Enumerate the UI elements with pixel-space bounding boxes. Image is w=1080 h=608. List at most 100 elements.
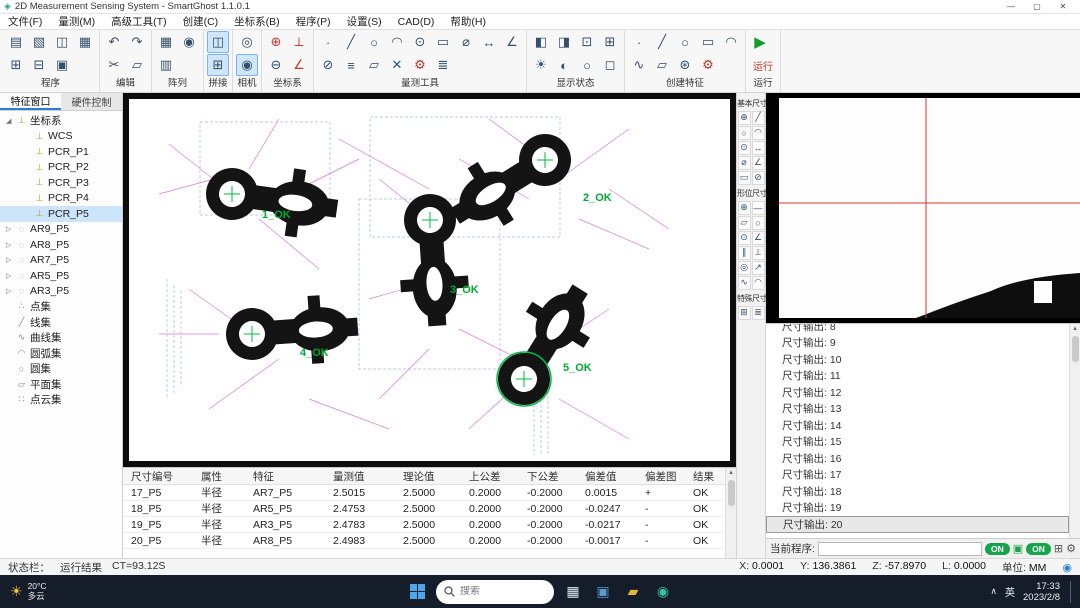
line-profile-icon[interactable]: ∿ [738,276,751,290]
tree-item[interactable]: ⊥ PCR_P2 [0,160,122,176]
create-csys-icon[interactable]: ⊕ [265,31,287,53]
camera-icon[interactable]: ◎ [236,31,258,53]
dim-output-item[interactable]: 尺寸输出: 10 [766,351,1069,368]
dim-list-scrollbar[interactable]: ▲ [1069,324,1080,538]
taskbar-search[interactable] [436,580,554,604]
scroll-thumb[interactable] [728,480,735,506]
menu-item[interactable]: 高级工具(T) [103,14,174,29]
roundness-icon[interactable]: ○ [752,216,765,230]
run-text-icon[interactable]: 运行 [749,54,777,76]
table-column-header[interactable]: 特征 [245,468,325,484]
dim-output-item[interactable]: 尺寸输出: 19 [766,500,1069,517]
new-program-icon[interactable]: ▤ [5,31,27,53]
table-column-header[interactable]: 理论值 [395,468,461,484]
tree-item[interactable]: ∷ 点云集 [0,392,122,408]
dim-output-item[interactable]: 尺寸输出: 13 [766,401,1069,418]
table-scrollbar[interactable]: ▲ [725,468,736,558]
tree-item[interactable]: ⊥ PCR_P1 [0,144,122,160]
perpendicularity-icon[interactable]: ⟂ [752,246,765,260]
show-axes-icon[interactable]: ⊞ [599,31,621,53]
cad-viewport[interactable]: 1_OK 2_OK 3_OK 4_OK 5_OK [129,99,730,461]
measure-blob-icon[interactable]: ▱ [363,54,385,76]
measure-arc-icon[interactable]: ◠ [386,31,408,53]
create-circle-icon[interactable]: ○ [674,31,696,53]
undo-icon[interactable]: ↶ [103,31,125,53]
tree-item[interactable]: ▷ ◌ AR8_P5 [0,237,122,253]
dim-output-item[interactable]: 尺寸输出: 8 [766,323,1069,335]
measure-ellipse-icon[interactable]: ⊙ [409,31,431,53]
maximize-button[interactable]: ▢ [1024,0,1050,13]
measure-point-icon[interactable]: ∙ [317,31,339,53]
concentricity-icon[interactable]: ◎ [738,261,751,275]
measure-circle-icon[interactable]: ○ [363,31,385,53]
straightness-icon[interactable]: — [752,201,765,215]
edit-array-icon[interactable]: ▥ [155,54,177,76]
rotate-csys-icon[interactable]: ∠ [288,54,310,76]
camera-live-icon[interactable]: ◉ [236,54,258,76]
search-input[interactable] [460,586,530,597]
special-dim-icon[interactable]: ⊞ [738,306,751,320]
scroll-up-icon[interactable]: ▲ [1072,324,1078,334]
cad-canvas[interactable]: 1_OK 2_OK 3_OK 4_OK 5_OK [123,93,736,467]
menu-item[interactable]: 坐标系(B) [226,14,288,29]
tree-item[interactable]: ◠ 圆弧集 [0,346,122,362]
parallelism-icon[interactable]: ∥ [738,246,751,260]
table-column-header[interactable]: 属性 [193,468,245,484]
coordinate-dim-icon[interactable]: ⊕ [738,111,751,125]
table-column-header[interactable]: 偏差图 [637,468,685,484]
create-line-icon[interactable]: ╱ [651,31,673,53]
expand-arrow-icon[interactable]: ▷ [6,225,15,233]
show-dimension-icon[interactable]: ◧ [530,31,552,53]
smartghost-app-icon[interactable]: ▣ [590,579,616,605]
dim-output-item[interactable]: 尺寸输出: 16 [766,450,1069,467]
menu-item[interactable]: 设置(S) [339,14,390,29]
current-program-input[interactable] [818,542,982,556]
monitor-icon[interactable]: ▣ [1013,542,1023,555]
file-explorer-icon[interactable]: ▰ [620,579,646,605]
grid-icon[interactable]: ⊞ [1054,542,1063,555]
measure-profile-icon[interactable]: ≣ [432,54,454,76]
ime-language[interactable]: 英 [1005,584,1015,599]
table-row[interactable]: 19_P5 半径 AR3_P5 2.4783 2.5000 0.2000 -0.… [123,517,725,533]
import-program-icon[interactable]: ⊞ [5,54,27,76]
measure-parallel-icon[interactable]: ≡ [340,54,362,76]
tree-item[interactable]: ○ 圆集 [0,361,122,377]
menu-item[interactable]: 帮助(H) [442,14,494,29]
tree-item[interactable]: ⊥ PCR_P5 [0,206,122,222]
contrast-icon[interactable]: ◐ [553,54,575,76]
tree-item[interactable]: ▷ ◌ AR5_P5 [0,268,122,284]
table-column-header[interactable]: 结果 [685,468,725,484]
table-column-header[interactable]: 下公差 [519,468,577,484]
position-icon[interactable]: ⊕ [738,201,751,215]
stitch-icon[interactable]: ◫ [207,31,229,53]
arc-dim-icon[interactable]: ◠ [752,126,765,140]
start-button[interactable] [404,579,430,605]
zoom-region-icon[interactable]: ◻ [599,54,621,76]
scroll-up-icon[interactable]: ▲ [728,468,734,478]
special-list-icon[interactable]: ≣ [752,306,765,320]
create-plane-icon[interactable]: ▱ [651,54,673,76]
minimize-button[interactable]: — [998,0,1024,13]
dim-output-item[interactable]: 尺寸输出: 11 [766,368,1069,385]
menu-item[interactable]: 程序(P) [288,14,339,29]
slot-dim-icon[interactable]: ⊘ [752,171,765,185]
surface-profile-icon[interactable]: ◠ [752,276,765,290]
left-panel-tab[interactable]: 特征窗口 [0,93,61,110]
show-grid-icon[interactable]: ⊡ [576,31,598,53]
measure-distance-icon[interactable]: ↔ [478,31,500,53]
stitch-config-icon[interactable]: ⊞ [207,54,229,76]
tree-item[interactable]: ▷ ◌ AR7_P5 [0,253,122,269]
measure-intersect-icon[interactable]: ✕ [386,54,408,76]
runout-icon[interactable]: ↗ [752,261,765,275]
tree-item[interactable]: ∿ 曲线集 [0,330,122,346]
expand-arrow-icon[interactable]: ▷ [6,256,15,264]
redo-icon[interactable]: ↷ [126,31,148,53]
measure-rect-icon[interactable]: ▭ [432,31,454,53]
dim-output-item[interactable]: 尺寸输出: 14 [766,417,1069,434]
left-panel-tab[interactable]: 硬件控制 [61,93,122,110]
create-arc-icon[interactable]: ◠ [720,31,742,53]
measure-line-icon[interactable]: ╱ [340,31,362,53]
create-rect-icon[interactable]: ▭ [697,31,719,53]
clock[interactable]: 17:33 2023/2/8 [1023,581,1060,603]
table-row[interactable]: 17_P5 半径 AR7_P5 2.5015 2.5000 0.2000 -0.… [123,485,725,501]
